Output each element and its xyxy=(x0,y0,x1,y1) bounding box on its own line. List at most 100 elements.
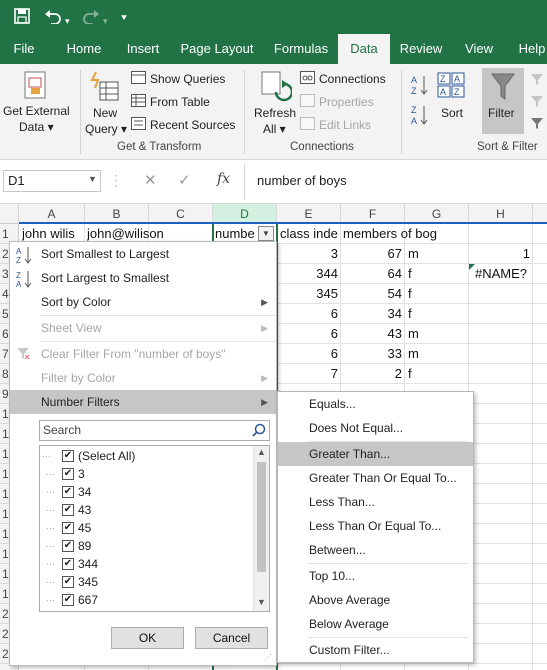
enter-icon[interactable]: ✓ xyxy=(178,171,191,189)
sort-descending-icon[interactable]: ZA xyxy=(410,104,428,129)
cell-f[interactable]: 64 xyxy=(343,264,402,284)
properties-button[interactable]: Properties xyxy=(319,95,374,109)
checkbox-checked-icon[interactable]: ✔ xyxy=(62,558,74,570)
menu-sort-descending[interactable]: Sort Largest to Smallest xyxy=(10,266,276,290)
list-item[interactable]: ⋯ ✔ 43 xyxy=(46,501,250,519)
cell-g[interactable]: m xyxy=(408,244,466,264)
refresh-all-label[interactable]: Refresh xyxy=(254,106,296,120)
checkbox-checked-icon[interactable]: ✔ xyxy=(62,468,74,480)
clear-icon[interactable] xyxy=(530,72,544,89)
cell-f[interactable]: 67 xyxy=(343,244,402,264)
checkbox-checked-icon[interactable]: ✔ xyxy=(62,486,74,498)
tab-formulas[interactable]: Formulas xyxy=(268,34,334,64)
menu-greater-than[interactable]: Greater Than... xyxy=(278,442,473,466)
get-external-data-label2[interactable]: Data ▾ xyxy=(19,120,54,134)
column-header-f[interactable]: F xyxy=(341,204,405,224)
cell-h3[interactable]: #NAME? xyxy=(475,264,537,284)
redo-dropdown-icon[interactable]: ▾ xyxy=(103,12,108,30)
new-query-label[interactable]: New xyxy=(93,106,117,120)
list-item[interactable]: ⋯ ✔ 345 xyxy=(46,573,250,591)
cell-e1[interactable]: class inde xyxy=(280,224,342,244)
customize-icon[interactable]: ⯆ xyxy=(120,10,128,28)
recent-sources-button[interactable]: Recent Sources xyxy=(150,118,235,132)
menu-above-average[interactable]: Above Average xyxy=(278,588,473,612)
list-item[interactable]: ⋯ ✔ 3 xyxy=(46,465,250,483)
checkbox-checked-icon[interactable]: ✔ xyxy=(62,450,74,462)
menu-sort-ascending[interactable]: Sort Smallest to Largest xyxy=(10,242,276,266)
select-all-corner[interactable] xyxy=(0,204,19,224)
show-queries-button[interactable]: Show Queries xyxy=(150,72,225,86)
checkbox-checked-icon[interactable]: ✔ xyxy=(62,522,74,534)
menu-sheet-view[interactable]: Sheet View ▶ xyxy=(10,316,276,340)
list-item[interactable]: ⋯ ✔ (Select All) xyxy=(42,447,250,465)
undo-dropdown-icon[interactable]: ▾ xyxy=(65,12,70,30)
cell-e[interactable]: 345 xyxy=(280,284,338,304)
formula-input[interactable]: number of boys xyxy=(257,171,347,191)
cell-g[interactable]: f xyxy=(408,304,466,324)
new-query-label2[interactable]: Query ▾ xyxy=(85,122,127,136)
cell-e[interactable]: 3 xyxy=(280,244,338,264)
menu-equals[interactable]: Equals... xyxy=(278,392,473,416)
cell-e[interactable]: 344 xyxy=(280,264,338,284)
menu-does-not-equal[interactable]: Does Not Equal... xyxy=(278,416,473,440)
tab-view[interactable]: View xyxy=(458,34,500,64)
list-item[interactable]: ⋯ ✔ 89 xyxy=(46,537,250,555)
ok-button[interactable]: OK xyxy=(111,627,184,649)
filter-search-input[interactable]: Search xyxy=(39,420,270,441)
cell-e[interactable]: 6 xyxy=(280,344,338,364)
filter-dropdown-icon[interactable]: ▼ xyxy=(258,226,274,241)
sort-button[interactable]: Sort xyxy=(441,106,463,120)
checkbox-checked-icon[interactable]: ✔ xyxy=(62,576,74,588)
cell-g[interactable]: f xyxy=(408,364,466,384)
edit-links-button[interactable]: Edit Links xyxy=(319,118,371,132)
menu-filter-by-color[interactable]: Filter by Color ▶ xyxy=(10,366,276,390)
tab-insert[interactable]: Insert xyxy=(118,34,168,64)
redo-icon[interactable] xyxy=(82,8,100,29)
column-header-b[interactable]: B xyxy=(85,204,149,224)
scroll-down-icon[interactable]: ▼ xyxy=(257,597,266,607)
save-icon[interactable] xyxy=(14,8,30,29)
list-item[interactable]: ⋯ ✔ 344 xyxy=(46,555,250,573)
cell-e[interactable]: 6 xyxy=(280,304,338,324)
filter-button[interactable]: Filter xyxy=(482,68,524,134)
cancel-icon[interactable]: ✕ xyxy=(144,171,157,189)
list-item[interactable]: ⋯ ✔ 45 xyxy=(46,519,250,537)
list-scrollbar[interactable]: ▲ ▼ xyxy=(253,446,269,611)
get-external-data-label[interactable]: Get External xyxy=(3,104,70,118)
scroll-up-icon[interactable]: ▲ xyxy=(257,447,266,457)
insert-function-icon[interactable]: fx xyxy=(217,171,230,187)
tab-file[interactable]: File xyxy=(0,34,48,64)
tab-help[interactable]: Help xyxy=(512,34,547,64)
advanced-icon[interactable] xyxy=(530,116,544,133)
refresh-all-label2[interactable]: All ▾ xyxy=(263,122,286,136)
menu-top-10[interactable]: Top 10... xyxy=(278,564,473,588)
from-table-button[interactable]: From Table xyxy=(150,95,210,109)
column-header-c[interactable]: C xyxy=(149,204,213,224)
tab-review[interactable]: Review xyxy=(396,34,446,64)
column-header-e[interactable]: E xyxy=(277,204,341,224)
menu-greater-than-or-equal[interactable]: Greater Than Or Equal To... xyxy=(278,466,473,490)
cancel-button[interactable]: Cancel xyxy=(195,627,268,649)
tab-page-layout[interactable]: Page Layout xyxy=(178,34,256,64)
list-item[interactable]: ⋯ ✔ 667 xyxy=(46,591,250,609)
undo-icon[interactable] xyxy=(44,8,62,29)
cell-f[interactable]: 43 xyxy=(343,324,402,344)
reapply-icon[interactable] xyxy=(530,94,544,111)
name-box[interactable]: D1 xyxy=(3,170,101,192)
scrollbar-thumb[interactable] xyxy=(257,462,266,572)
cell-g[interactable]: m xyxy=(408,324,466,344)
column-header-h[interactable]: H xyxy=(469,204,533,224)
cell-e[interactable]: 6 xyxy=(280,324,338,344)
menu-between[interactable]: Between... xyxy=(278,538,473,562)
menu-number-filters[interactable]: Number Filters ▶ xyxy=(10,390,276,414)
checkbox-checked-icon[interactable]: ✔ xyxy=(62,504,74,516)
cell-f1[interactable]: members of bog xyxy=(343,224,468,244)
column-header-d[interactable]: D xyxy=(213,204,277,224)
checkbox-checked-icon[interactable]: ✔ xyxy=(62,594,74,606)
cell-f[interactable]: 2 xyxy=(343,364,402,384)
menu-below-average[interactable]: Below Average xyxy=(278,612,473,636)
resize-grip-icon[interactable]: ⋰ xyxy=(264,653,272,662)
menu-less-than[interactable]: Less Than... xyxy=(278,490,473,514)
cell-g[interactable]: m xyxy=(408,344,466,364)
sort-ascending-icon[interactable]: AZ xyxy=(410,74,428,99)
